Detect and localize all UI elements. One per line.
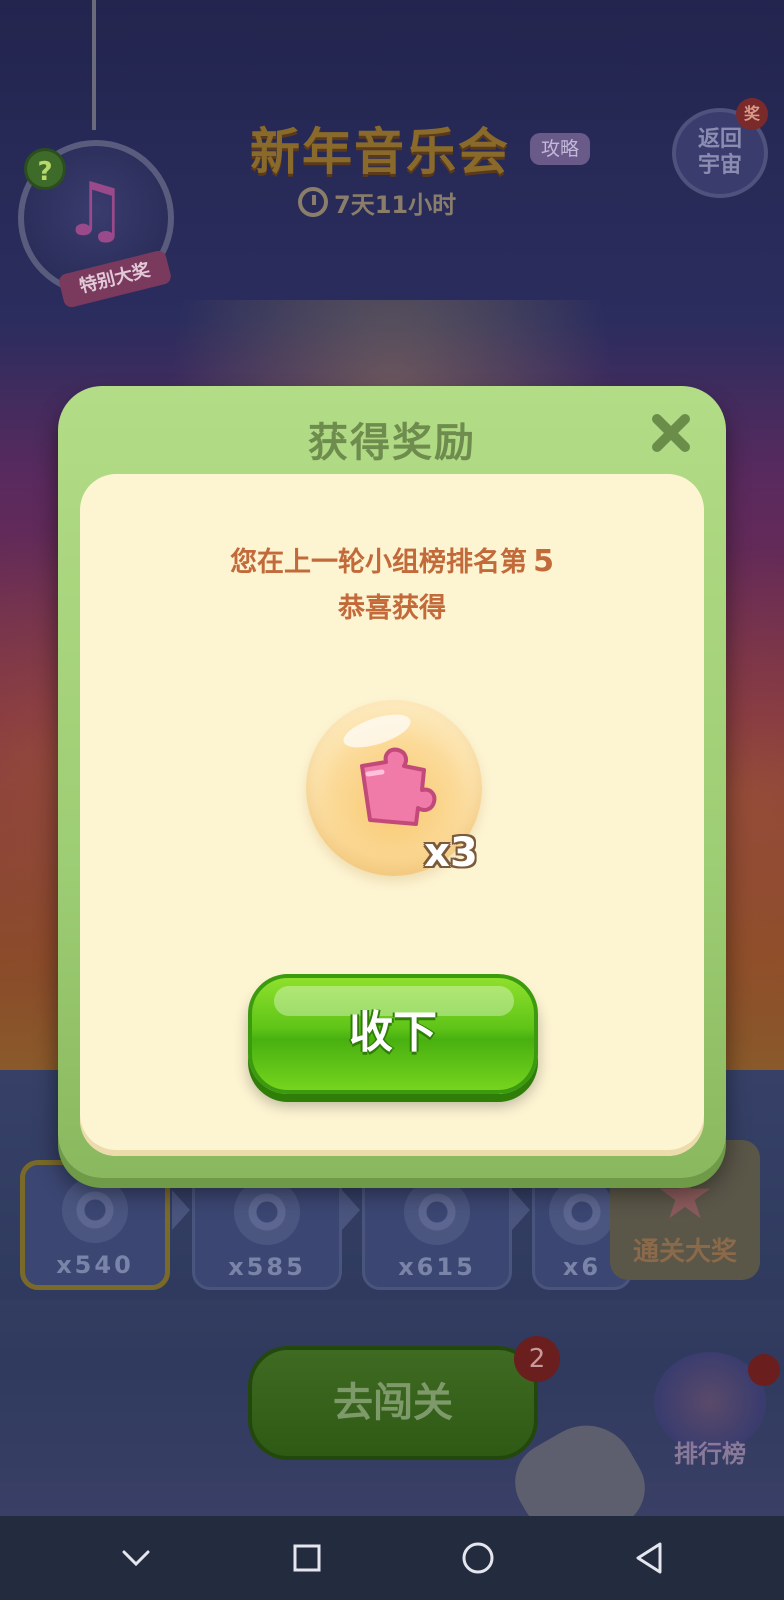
reward-dialog: 获得奖励 您在上一轮小组榜排名第 5 恭喜获得 x3 收下 xyxy=(58,386,726,1178)
close-button[interactable] xyxy=(646,408,696,458)
square-icon xyxy=(293,1544,320,1572)
close-icon xyxy=(652,414,690,452)
nav-recents-button[interactable] xyxy=(277,1528,337,1588)
congrats-text: 恭喜获得 xyxy=(338,593,446,624)
accept-button[interactable]: 收下 xyxy=(248,974,538,1094)
puzzle-piece-icon xyxy=(360,747,437,826)
chevron-down-icon xyxy=(122,1550,149,1567)
back-triangle-icon xyxy=(636,1542,661,1574)
rank-message: 您在上一轮小组榜排名第 5 xyxy=(80,540,704,579)
circle-icon xyxy=(462,1542,493,1574)
rank-number: 5 xyxy=(533,544,554,579)
dialog-title: 获得奖励 xyxy=(308,420,476,466)
system-nav-bar xyxy=(0,1516,784,1600)
nav-home-button[interactable] xyxy=(448,1528,508,1588)
accept-label: 收下 xyxy=(349,1007,437,1058)
reward-quantity: x3 xyxy=(424,830,478,876)
nav-hide-button[interactable] xyxy=(106,1528,166,1588)
rank-text: 您在上一轮小组榜排名第 xyxy=(230,547,528,578)
reward-item: x3 xyxy=(306,700,482,876)
nav-back-button[interactable] xyxy=(619,1528,679,1588)
dialog-panel: 您在上一轮小组榜排名第 5 恭喜获得 x3 收下 xyxy=(80,474,704,1156)
